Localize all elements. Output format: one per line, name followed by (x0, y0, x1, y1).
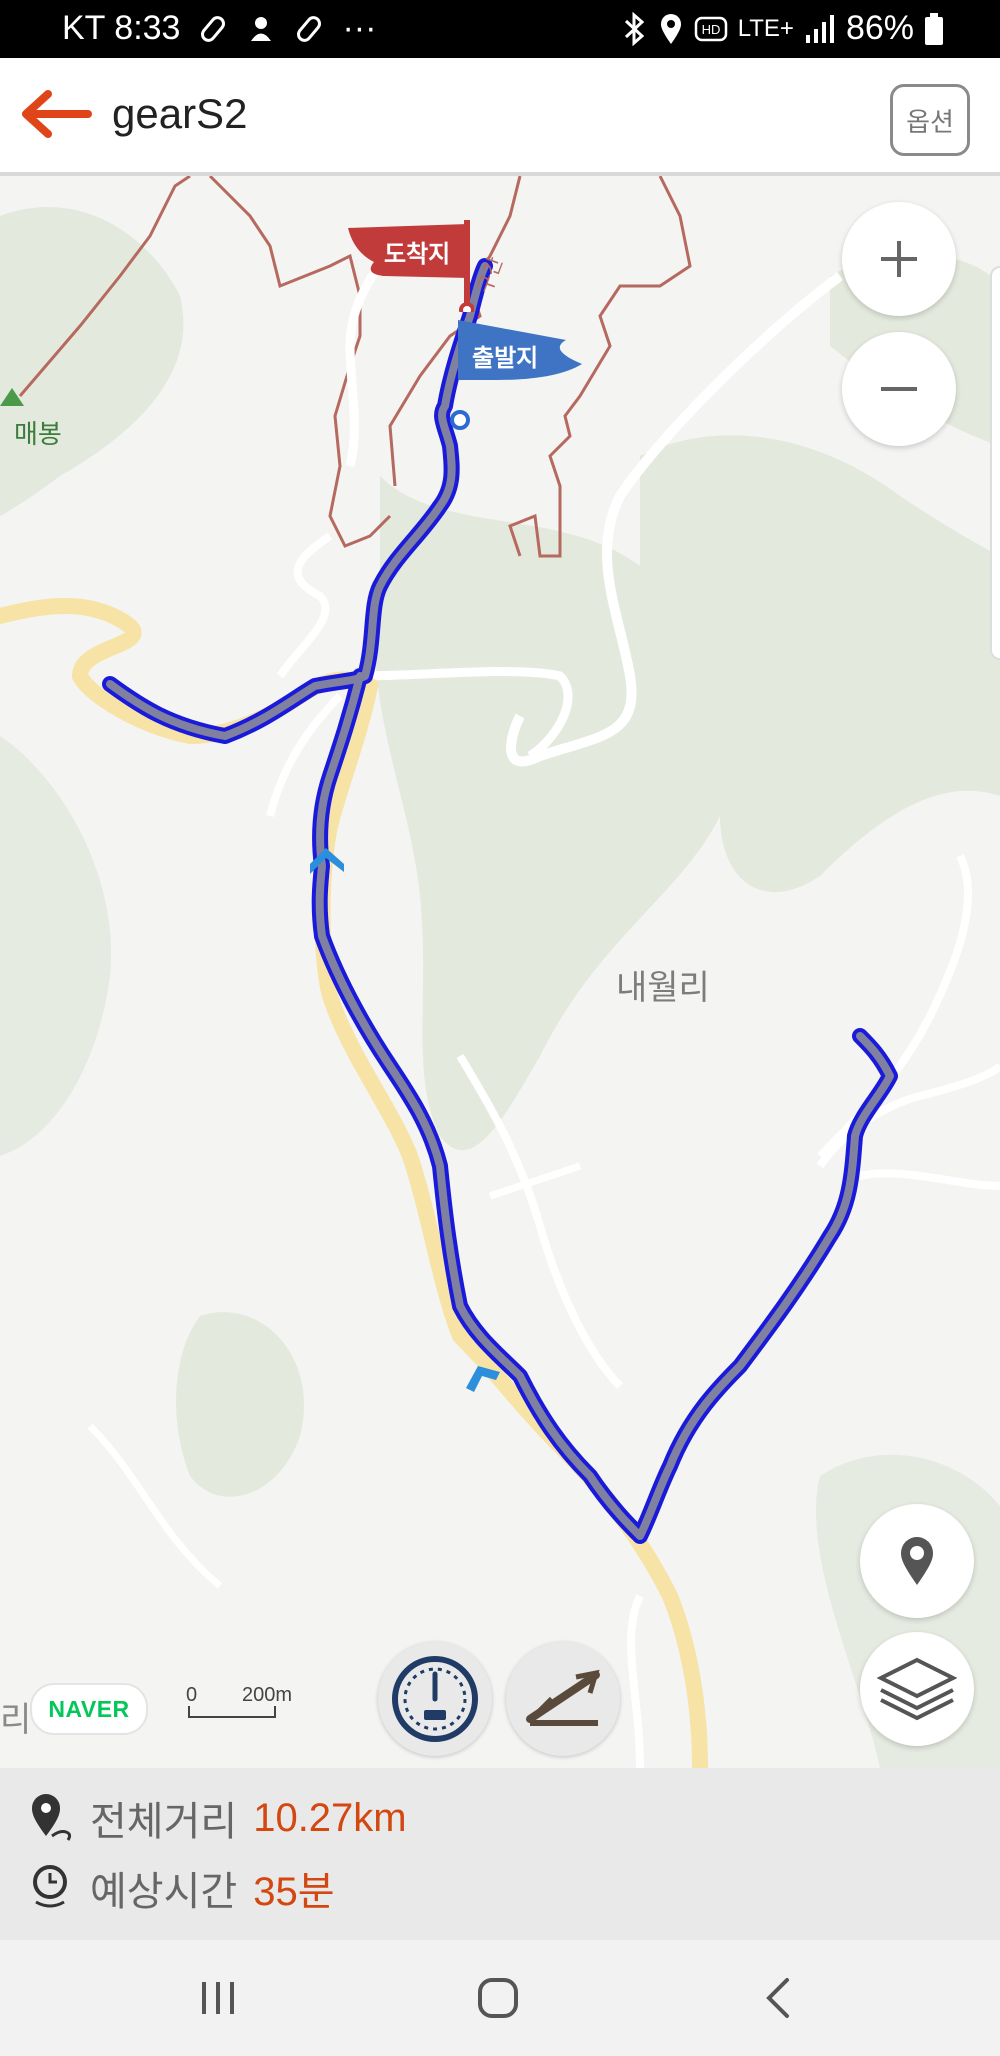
recent-apps-button[interactable] (158, 1940, 278, 2056)
bluetooth-icon (624, 11, 644, 46)
elevation-button[interactable] (506, 1642, 620, 1756)
speedometer-button[interactable] (378, 1642, 492, 1756)
my-location-button[interactable] (860, 1504, 974, 1618)
recent-apps-icon (202, 1982, 234, 2014)
edge-place-label: 리 (0, 1701, 32, 1739)
terrain-area (176, 1312, 304, 1497)
status-bar: KT 8:33 ··· HD LTE+ 86% (0, 0, 1000, 58)
pill-icon (297, 15, 322, 42)
layers-icon (877, 1657, 957, 1721)
distance-pin-icon (32, 1794, 72, 1841)
map-view[interactable]: 도착지 출발지 내월리 매봉 리 구간 NAVER 0 200m (0, 176, 1000, 1768)
pill-icon (201, 15, 226, 42)
distance-row: 전체거리 10.27km (28, 1788, 407, 1848)
time-value: 35분 (253, 1870, 335, 1914)
location-pin-icon (901, 1537, 933, 1585)
battery-icon (925, 12, 943, 45)
option-label: 옵션 (906, 106, 954, 137)
village-label: 내월리 (616, 969, 710, 1007)
arrival-flag-label: 도착지 (384, 241, 451, 268)
time-row: 예상시간 35분 (28, 1858, 335, 1918)
slope-icon (526, 1669, 600, 1726)
back-arrow-icon (22, 90, 92, 138)
hd-icon: HD (694, 16, 727, 41)
scale-line (188, 1706, 276, 1718)
system-nav-bar (0, 1940, 1000, 2056)
side-panel-edge[interactable] (990, 266, 1000, 660)
departure-flag[interactable]: 출발지 (456, 320, 586, 392)
zoom-in-button[interactable] (842, 202, 956, 316)
minor-road (627, 1594, 644, 1768)
page-title: gearS2 (112, 90, 248, 137)
scale-bar: 0 200m (186, 1684, 302, 1722)
svg-text:HD: HD (701, 22, 720, 37)
distance-value: 10.27km (253, 1795, 407, 1840)
terrain-area (0, 207, 184, 516)
scale-end: 200m (242, 1684, 293, 1706)
peak-label: 매봉 (14, 419, 62, 449)
battery-level: 86% (845, 9, 914, 47)
location-icon (660, 13, 681, 44)
minor-road (859, 1169, 1000, 1190)
option-button[interactable]: 옵션 (890, 84, 970, 156)
scale-start: 0 (186, 1684, 198, 1706)
home-icon (478, 1978, 518, 2018)
minor-road (817, 854, 973, 1159)
app-bar: gearS2 옵션 (0, 58, 1000, 176)
arrival-flag[interactable]: 도착지 (344, 212, 474, 312)
home-button[interactable] (438, 1940, 558, 2056)
zoom-out-button[interactable] (842, 332, 956, 446)
notification-icon (251, 16, 272, 41)
signal-icon (805, 14, 834, 43)
back-nav-button[interactable] (718, 1940, 838, 2056)
map-layers-button[interactable] (860, 1632, 974, 1746)
more-notifications: ··· (342, 9, 377, 47)
departure-flag-label: 출발지 (472, 345, 539, 372)
clock-pin-icon (33, 1865, 67, 1908)
minor-road (488, 1162, 582, 1200)
start-point-marker (450, 410, 470, 430)
speedometer-icon (392, 1656, 478, 1742)
carrier-time: KT 8:33 (62, 9, 181, 47)
plus-icon (881, 241, 917, 277)
route-summary: 전체거리 10.27km 예상시간 35분 (0, 1768, 1000, 1940)
distance-label: 전체거리 (90, 1800, 238, 1844)
back-button[interactable] (18, 86, 92, 142)
back-chevron-icon (766, 1978, 789, 2018)
time-label: 예상시간 (90, 1870, 238, 1914)
network-type: LTE+ (737, 14, 794, 42)
minor-road (276, 532, 333, 679)
terrain-area (0, 736, 112, 1156)
minus-icon (881, 387, 917, 391)
naver-logo[interactable]: NAVER (30, 1683, 148, 1735)
